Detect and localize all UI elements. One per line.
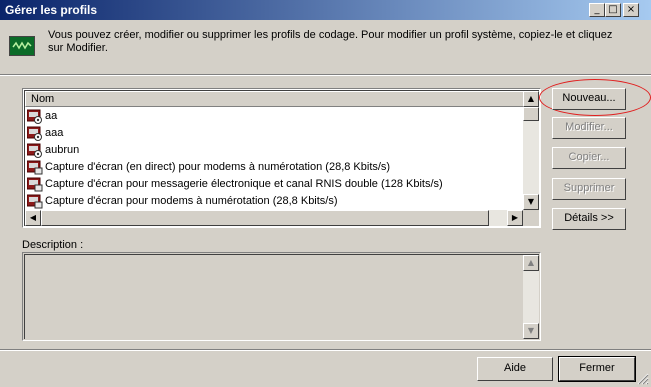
list-item[interactable]: aaa — [25, 125, 527, 142]
list-item-label: Capture d'écran (en direct) pour modems … — [45, 161, 391, 173]
scroll-left-icon[interactable]: ◀ — [25, 210, 41, 226]
list-vertical-scrollbar[interactable]: ▲ ▼ — [523, 91, 539, 210]
scroll-down-icon[interactable]: ▼ — [523, 323, 539, 339]
close-dialog-button[interactable]: Fermer — [558, 356, 636, 382]
new-profile-button[interactable]: Nouveau... — [552, 88, 626, 110]
vertical-scroll-thumb[interactable] — [523, 107, 539, 121]
list-item-label: aubrun — [45, 144, 80, 156]
description-field[interactable]: ▲ ▼ — [22, 252, 541, 341]
header-separator — [0, 74, 651, 76]
list-item-label: Capture d'écran pour modems à numérotati… — [45, 195, 338, 207]
system-profile-icon — [27, 194, 43, 209]
user-profile-icon — [27, 143, 42, 158]
window-title: Gérer les profils — [5, 3, 98, 17]
edit-profile-button[interactable]: Modifier... — [552, 117, 626, 139]
list-horizontal-scrollbar[interactable]: ◀ ▶ — [25, 210, 523, 226]
list-item[interactable]: Capture d'écran pour modems à numérotati… — [25, 193, 527, 210]
footer-separator — [0, 349, 651, 351]
list-item-label: aaa — [45, 127, 64, 139]
user-profile-icon — [27, 126, 42, 141]
profile-list[interactable]: Nom aa aaa aubrun Capture d'écran (en di… — [22, 88, 541, 228]
column-header-label: Nom — [31, 93, 55, 105]
scroll-up-icon[interactable]: ▲ — [523, 255, 539, 271]
user-profile-icon — [27, 109, 42, 124]
minimize-button[interactable]: _ — [589, 3, 605, 17]
scroll-corner — [523, 210, 539, 226]
list-item-label: Capture d'écran pour messagerie électron… — [45, 178, 443, 190]
list-item[interactable]: Capture d'écran (en direct) pour modems … — [25, 159, 527, 176]
scroll-right-icon[interactable]: ▶ — [507, 210, 523, 226]
resize-grip-icon[interactable] — [637, 373, 649, 385]
scroll-up-icon[interactable]: ▲ — [523, 91, 539, 107]
maximize-button[interactable]: □ — [605, 3, 621, 17]
header-area: Vous pouvez créer, modifier ou supprimer… — [0, 20, 651, 72]
list-item[interactable]: aa — [25, 108, 527, 125]
profile-manager-icon — [9, 36, 35, 56]
title-bar[interactable]: Gérer les profils _ □ × — [0, 0, 651, 20]
details-button[interactable]: Détails >> — [552, 208, 626, 230]
profile-rows: aa aaa aubrun Capture d'écran (en direct… — [25, 108, 527, 210]
system-profile-icon — [27, 177, 43, 192]
list-item-label: aa — [45, 110, 58, 122]
list-item[interactable]: aubrun — [25, 142, 527, 159]
scroll-down-icon[interactable]: ▼ — [523, 194, 539, 210]
delete-profile-button[interactable]: Supprimer — [552, 178, 626, 200]
description-label: Description : — [22, 239, 84, 251]
copy-profile-button[interactable]: Copier... — [552, 147, 626, 169]
help-button[interactable]: Aide — [477, 357, 553, 381]
column-header-name[interactable]: Nom — [25, 91, 527, 107]
horizontal-scroll-thumb[interactable] — [41, 210, 489, 226]
system-profile-icon — [27, 160, 43, 175]
description-scrollbar[interactable]: ▲ ▼ — [523, 255, 539, 339]
header-description: Vous pouvez créer, modifier ou supprimer… — [48, 29, 613, 54]
close-button[interactable]: × — [623, 3, 639, 17]
list-item[interactable]: Capture d'écran pour messagerie électron… — [25, 176, 527, 193]
